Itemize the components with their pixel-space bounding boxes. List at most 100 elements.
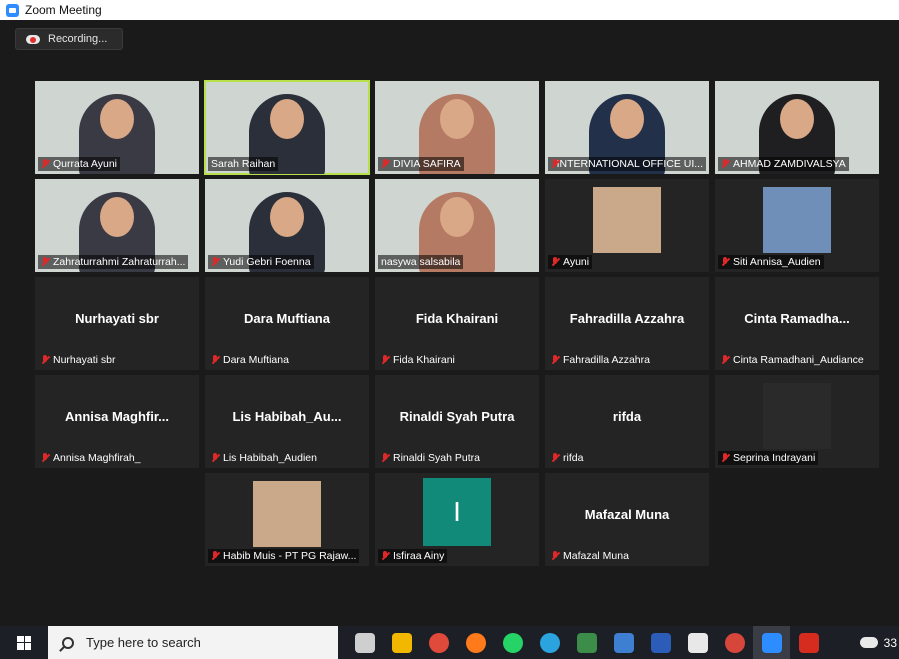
participant-name: Dara Muftiana (223, 354, 289, 366)
task-view-icon[interactable] (346, 626, 383, 659)
muted-mic-icon (211, 453, 220, 463)
cloud-record-icon (26, 34, 40, 44)
app-glyph (391, 632, 412, 653)
whatsapp-icon[interactable] (494, 626, 531, 659)
participant-face (610, 99, 644, 139)
participant-tile[interactable]: I Isfiraa Ainy (375, 473, 539, 566)
profile-picture (593, 187, 661, 253)
taskbar-search-box[interactable]: Type here to search (48, 626, 338, 659)
start-button[interactable] (0, 626, 48, 659)
participant-tile[interactable]: Mafazal Muna Mafazal Muna (545, 473, 709, 566)
muted-mic-icon (211, 355, 220, 365)
participant-name: Rinaldi Syah Putra (393, 452, 480, 464)
participant-name: Yudi Gebri Foenna (223, 256, 311, 268)
chrome-profile-icon[interactable] (716, 626, 753, 659)
participant-name-label: Cinta Ramadhani_Audiance (718, 353, 867, 367)
participant-tile[interactable]: Annisa Maghfir... Annisa Maghfirah_ (35, 375, 199, 468)
participant-face (440, 197, 474, 237)
participant-face (100, 197, 134, 237)
app-glyph (650, 632, 671, 653)
word-icon[interactable] (642, 626, 679, 659)
participant-tile[interactable]: Sarah Raihan (204, 80, 370, 175)
participant-name: Cinta Ramadhani_Audiance (733, 354, 864, 366)
participant-tile[interactable]: INTERNATIONAL OFFICE UI... (545, 81, 709, 174)
acrobat-icon[interactable] (790, 626, 827, 659)
participant-tile[interactable]: nasywa salsabila (375, 179, 539, 272)
participant-tile[interactable]: DIVIA SAFIRA (375, 81, 539, 174)
participant-tile[interactable]: Nurhayati sbr Nurhayati sbr (35, 277, 199, 370)
participant-name: Zahraturrahmi Zahraturrah... (53, 256, 186, 268)
participant-face (780, 99, 814, 139)
participant-tile[interactable]: Zahraturrahmi Zahraturrah... (35, 179, 199, 272)
taskbar-apps (346, 626, 827, 659)
calculator-icon[interactable] (568, 626, 605, 659)
participant-name-label: Lis Habibah_Audien (208, 451, 320, 465)
muted-mic-icon (551, 453, 560, 463)
file-explorer-icon[interactable] (383, 626, 420, 659)
app-glyph (428, 632, 449, 653)
participant-face (270, 99, 304, 139)
app-diamond-icon[interactable] (679, 626, 716, 659)
notes-icon[interactable] (605, 626, 642, 659)
participant-tile[interactable]: Lis Habibah_Au... Lis Habibah_Audien (205, 375, 369, 468)
participant-tile[interactable]: Yudi Gebri Foenna (205, 179, 369, 272)
recording-indicator[interactable]: Recording... (15, 28, 123, 50)
participant-display-name: Fahradilla Azzahra (569, 311, 685, 326)
participant-name-label: Nurhayati sbr (38, 353, 118, 367)
participant-tile[interactable]: rifda rifda (545, 375, 709, 468)
participant-name: Fahradilla Azzahra (563, 354, 650, 366)
participant-name: Siti Annisa_Audien (733, 256, 821, 268)
participant-tile[interactable]: Habib Muis - PT PG Rajaw... (205, 473, 369, 566)
muted-mic-icon (381, 159, 390, 169)
participant-tile[interactable]: Dara Muftiana Dara Muftiana (205, 277, 369, 370)
participant-tile[interactable]: Ayuni (545, 179, 709, 272)
participant-name-label: Siti Annisa_Audien (718, 255, 824, 269)
app-glyph (724, 632, 745, 653)
participant-name: DIVIA SAFIRA (393, 158, 461, 170)
participant-name: Seprina Indrayani (733, 452, 816, 464)
participant-tile[interactable]: Fahradilla Azzahra Fahradilla Azzahra (545, 277, 709, 370)
muted-mic-icon (381, 453, 390, 463)
muted-mic-icon (721, 159, 730, 169)
app-glyph (687, 632, 708, 653)
participant-name: Sarah Raihan (211, 158, 276, 170)
muted-mic-icon (551, 551, 560, 561)
muted-mic-icon (721, 257, 730, 267)
participant-display-name: Cinta Ramadha... (744, 311, 850, 326)
participant-display-name: Fida Khairani (415, 311, 499, 326)
zoom-logo-icon (6, 3, 19, 17)
muted-mic-icon (211, 257, 220, 267)
participant-tile[interactable]: Cinta Ramadha... Cinta Ramadhani_Audiance (715, 277, 879, 370)
participant-name-label: AHMAD ZAMDIVALSYA (718, 157, 849, 171)
participant-tile[interactable]: AHMAD ZAMDIVALSYA (715, 81, 879, 174)
participant-name-label: Rinaldi Syah Putra (378, 451, 483, 465)
firefox-icon[interactable] (457, 626, 494, 659)
participant-name-label: Habib Muis - PT PG Rajaw... (208, 549, 360, 563)
participant-tile[interactable]: Qurrata Ayuni (35, 81, 199, 174)
app-glyph (502, 632, 523, 653)
participant-tile[interactable]: Fida Khairani Fida Khairani (375, 277, 539, 370)
participant-name: rifda (563, 452, 584, 464)
participant-name-label: Yudi Gebri Foenna (208, 255, 314, 269)
profile-picture (253, 481, 321, 547)
muted-mic-icon (381, 355, 390, 365)
title-bar: Zoom Meeting (0, 0, 899, 20)
participant-display-name: Dara Muftiana (244, 311, 330, 326)
participant-name-label: Isfiraa Ainy (378, 549, 448, 563)
zoom-icon[interactable] (753, 626, 790, 659)
participant-display-name: Mafazal Muna (584, 507, 670, 522)
muted-mic-icon (41, 159, 50, 169)
participant-name: AHMAD ZAMDIVALSYA (733, 158, 846, 170)
telegram-icon[interactable] (531, 626, 568, 659)
participant-tile[interactable]: Seprina Indrayani (715, 375, 879, 468)
participant-name: Isfiraa Ainy (393, 550, 445, 562)
participant-name: Habib Muis - PT PG Rajaw... (223, 550, 357, 562)
participant-name-label: Zahraturrahmi Zahraturrah... (38, 255, 189, 269)
participant-name: Nurhayati sbr (53, 354, 116, 366)
chrome-icon[interactable] (420, 626, 457, 659)
participant-tile[interactable]: Siti Annisa_Audien (715, 179, 879, 272)
participant-display-name: Annisa Maghfir... (64, 409, 169, 424)
weather-temp[interactable]: 33 (884, 636, 897, 650)
participant-tile[interactable]: Rinaldi Syah Putra Rinaldi Syah Putra (375, 375, 539, 468)
weather-icon[interactable] (859, 637, 878, 648)
